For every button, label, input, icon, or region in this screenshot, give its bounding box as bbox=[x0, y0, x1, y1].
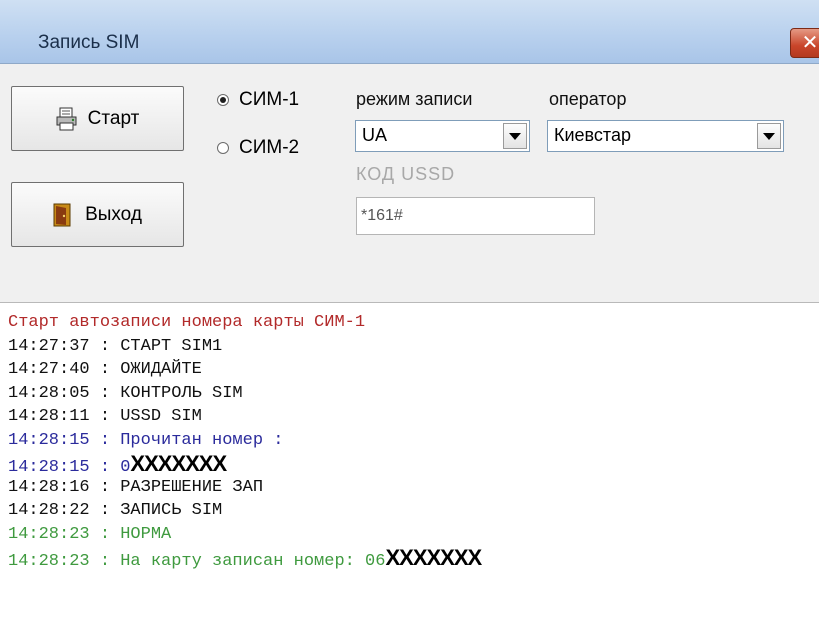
log-line: 14:28:15 : Прочитан номер : bbox=[8, 430, 284, 450]
operator-select[interactable]: Киевстар bbox=[547, 120, 784, 152]
chevron-down-icon[interactable] bbox=[757, 123, 781, 149]
sim1-radio[interactable]: СИМ-1 bbox=[217, 89, 299, 111]
mode-label: режим записи bbox=[356, 89, 473, 109]
ussd-code-label: КОД USSD bbox=[356, 164, 456, 184]
log-line: 14:28:11 : USSD SIM bbox=[8, 407, 202, 426]
log-line-text: 14:28:23 : На карту записан номер: 06 bbox=[8, 552, 386, 571]
radio-unselected-icon[interactable] bbox=[217, 142, 229, 154]
log-output[interactable]: Старт автозаписи номера карты СИМ-1 14:2… bbox=[0, 302, 819, 623]
redacted-number: XXXXXXX bbox=[385, 545, 482, 570]
radio-selected-icon[interactable] bbox=[217, 94, 229, 106]
mode-select[interactable]: UA bbox=[355, 120, 530, 152]
log-line: 14:28:16 : РАЗРЕШЕНИЕ ЗАП bbox=[8, 477, 264, 497]
close-button[interactable]: ✕ bbox=[790, 28, 819, 58]
log-line: 14:28:05 : КОНТРОЛЬ SIM bbox=[8, 383, 243, 403]
operator-label: оператор bbox=[549, 89, 627, 109]
printer-icon bbox=[56, 107, 78, 131]
exit-button[interactable]: Выход bbox=[11, 182, 184, 247]
window-title: Запись SIM bbox=[38, 32, 140, 53]
log-line: 14:28:23 : НОРМА bbox=[8, 524, 172, 544]
log-line: 14:27:37 : СТАРТ SIM1 bbox=[8, 336, 223, 356]
log-line: Старт автозаписи номера карты СИМ-1 bbox=[8, 313, 366, 332]
log-line: 14:28:15 : 0XXXXXXX bbox=[8, 451, 819, 477]
operator-select-value: Киевстар bbox=[554, 125, 631, 145]
redacted-number: XXXXXXX bbox=[130, 451, 227, 476]
mode-select-value: UA bbox=[362, 125, 388, 145]
sim2-radio[interactable]: СИМ-2 bbox=[217, 137, 299, 159]
title-bar[interactable]: Запись SIM ✕ bbox=[0, 0, 819, 64]
sim-write-window: Запись SIM ✕ Старт Выход СИМ-1 СИМ-2 реж… bbox=[0, 0, 819, 623]
door-exit-icon bbox=[53, 203, 75, 227]
chevron-down-icon[interactable] bbox=[503, 123, 527, 149]
start-button-label: Старт bbox=[87, 107, 140, 129]
log-line-text: 14:28:15 : 0 bbox=[8, 458, 131, 477]
start-button[interactable]: Старт bbox=[11, 86, 184, 151]
exit-button-label: Выход bbox=[85, 203, 142, 225]
log-line: 14:28:22 : ЗАПИСЬ SIM bbox=[8, 501, 223, 520]
close-icon: ✕ bbox=[801, 30, 819, 54]
log-line: 14:27:40 : ОЖИДАЙТЕ bbox=[8, 360, 202, 379]
ussd-code-input[interactable]: *161# bbox=[356, 197, 595, 235]
log-line: 14:28:23 : На карту записан номер: 06XXX… bbox=[8, 545, 819, 571]
sim1-label: СИМ-1 bbox=[239, 89, 300, 110]
sim2-label: СИМ-2 bbox=[239, 137, 300, 158]
